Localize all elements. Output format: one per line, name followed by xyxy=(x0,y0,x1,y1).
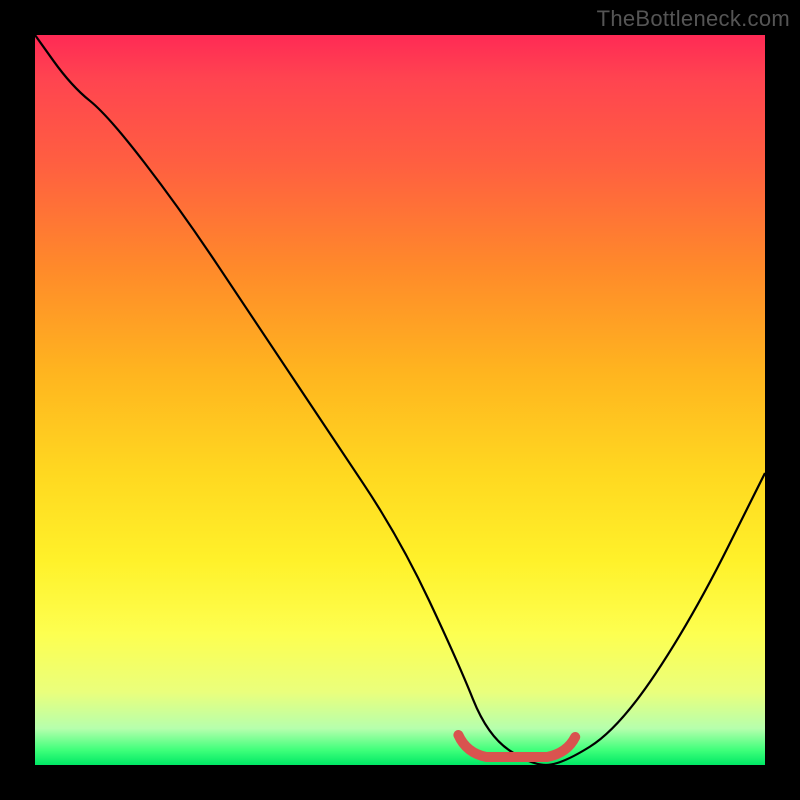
chart-plot-area xyxy=(35,35,765,765)
chart-lines-layer xyxy=(35,35,765,765)
bottleneck-curve-path xyxy=(35,35,765,765)
optimal-range-highlight xyxy=(458,735,575,757)
watermark-text: TheBottleneck.com xyxy=(597,6,790,32)
